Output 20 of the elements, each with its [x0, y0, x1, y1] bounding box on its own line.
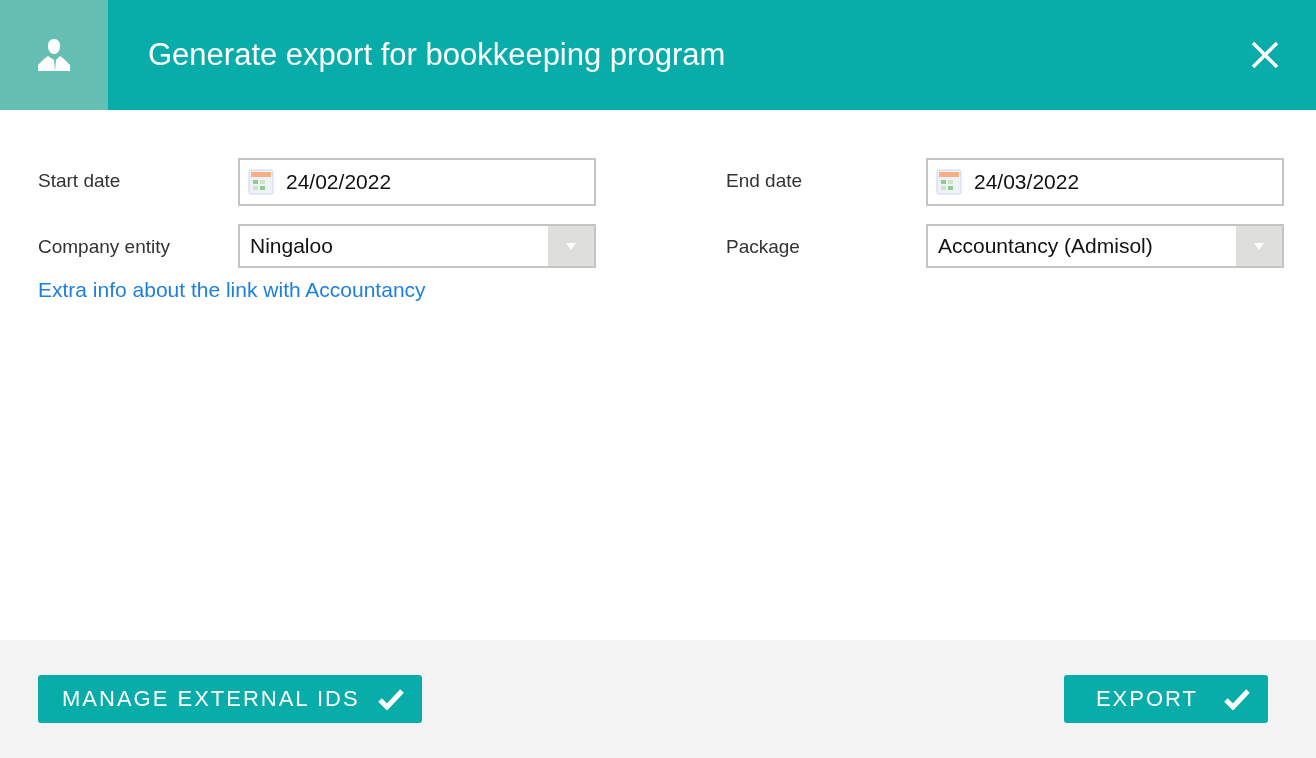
caret-icon	[1254, 242, 1264, 250]
close-icon[interactable]	[1250, 40, 1280, 70]
dropdown-button[interactable]	[1236, 226, 1282, 266]
field-label: End date	[726, 169, 804, 192]
field-label: Start date	[38, 169, 122, 192]
date-field[interactable]: 24/03/2022	[926, 158, 1284, 206]
dropdown-field[interactable]: Ningaloo	[238, 224, 596, 268]
dialog-title: Generate export for bookkeeping program	[148, 37, 727, 73]
field-label: Company entity	[38, 235, 171, 258]
calendar-icon	[248, 169, 274, 195]
dropdown-field[interactable]: Accountancy (Admisol)	[926, 224, 1284, 268]
caret-icon	[566, 242, 576, 250]
field-label: Package	[726, 235, 801, 258]
checkmark-icon	[377, 688, 404, 710]
dropdown-button[interactable]	[548, 226, 594, 266]
calendar-icon	[936, 169, 962, 195]
person-icon	[36, 37, 72, 73]
checkmark-icon	[1224, 688, 1250, 710]
date-field[interactable]: 24/02/2022	[238, 158, 596, 206]
info-link[interactable]: Extra info about the link with Accountancy	[38, 278, 426, 302]
